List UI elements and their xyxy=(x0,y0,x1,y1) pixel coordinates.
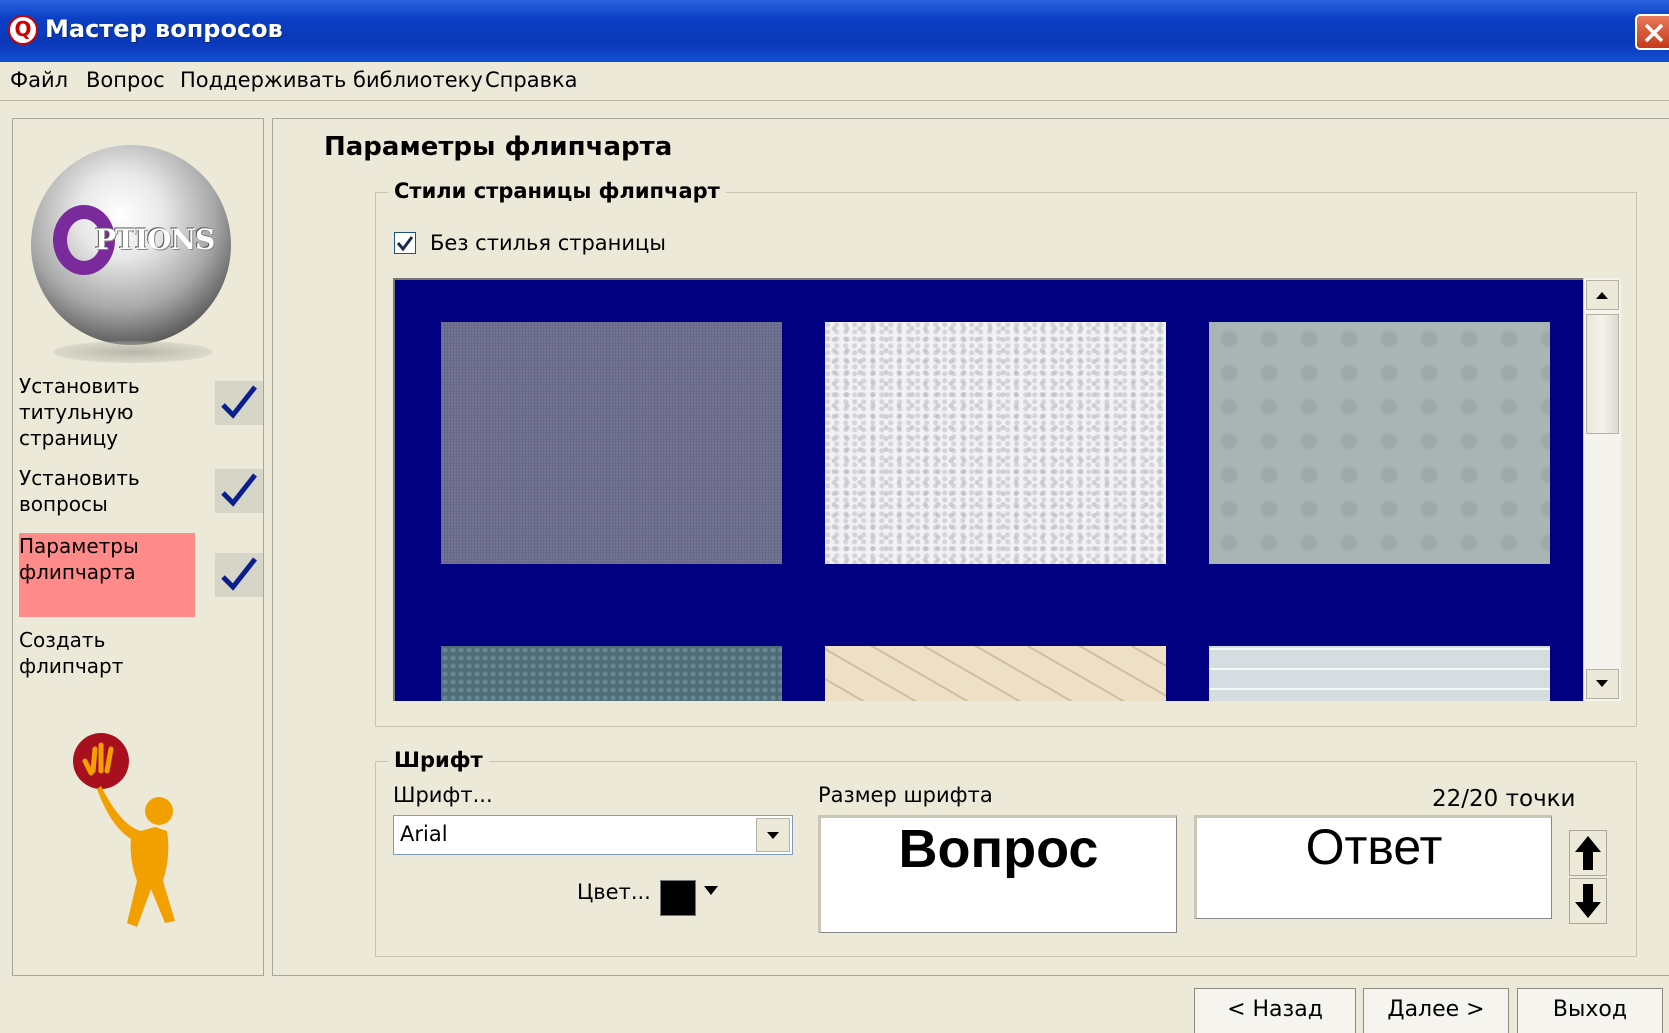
person-figure-icon xyxy=(73,733,175,927)
font-select-dropdown-button[interactable] xyxy=(756,818,790,852)
arrow-up-icon xyxy=(1575,836,1601,870)
menu-help[interactable]: Справка xyxy=(485,68,578,92)
teal-leather-texture[interactable] xyxy=(441,646,782,701)
no-style-label: Без стилья страницы xyxy=(430,231,666,255)
texture-gallery xyxy=(393,278,1583,701)
close-button[interactable] xyxy=(1635,14,1669,50)
options-logo: PTIONS xyxy=(31,145,231,345)
check-icon xyxy=(215,469,263,513)
logo-text: PTIONS xyxy=(95,223,215,256)
scroll-up-button[interactable] xyxy=(1586,280,1619,310)
question-preview[interactable]: Вопрос xyxy=(818,815,1177,933)
steps-panel: PTIONS Установить титульную страницу Уст… xyxy=(12,118,264,976)
page-styles-legend: Стили страницы флипчарт xyxy=(388,179,726,203)
light-brick-texture[interactable] xyxy=(1209,646,1550,701)
cream-marble-texture[interactable] xyxy=(825,646,1166,701)
chevron-down-icon xyxy=(767,832,779,839)
title-bar: Q Мастер вопросов xyxy=(0,0,1669,62)
step-title-page[interactable]: Установить титульную страницу xyxy=(19,373,195,451)
check-icon xyxy=(215,553,263,597)
menu-question[interactable]: Вопрос xyxy=(86,68,165,92)
font-size-label: Размер шрифта xyxy=(818,783,993,807)
next-button[interactable]: Далее > xyxy=(1363,988,1509,1033)
menu-bar: Файл Вопрос Поддерживать библиотеку Спра… xyxy=(0,62,1669,101)
scroll-down-button[interactable] xyxy=(1586,669,1619,699)
white-stucco-texture[interactable] xyxy=(825,322,1166,564)
font-select[interactable]: Arial xyxy=(393,815,793,855)
font-select-value: Arial xyxy=(400,822,448,846)
question-preview-text: Вопрос xyxy=(898,819,1099,879)
font-size-down-button[interactable] xyxy=(1569,878,1607,924)
step-create-flipchart[interactable]: Создать флипчарт xyxy=(19,627,195,679)
step-flipchart-params[interactable]: Параметры флипчарта xyxy=(19,533,195,617)
step-questions[interactable]: Установить вопросы xyxy=(19,465,195,517)
page-title: Параметры флипчарта xyxy=(324,132,673,162)
checkmark-icon xyxy=(396,236,414,252)
menu-file[interactable]: Файл xyxy=(10,68,68,92)
answer-preview[interactable]: Ответ xyxy=(1194,815,1552,919)
exit-button[interactable]: Выход xyxy=(1517,988,1663,1033)
arrow-down-icon xyxy=(1575,884,1601,918)
back-button[interactable]: < Назад xyxy=(1194,988,1356,1033)
font-size-up-button[interactable] xyxy=(1569,830,1607,876)
answer-preview-text: Ответ xyxy=(1305,819,1443,875)
window-title: Мастер вопросов xyxy=(45,15,283,43)
gray-felt-texture[interactable] xyxy=(1209,322,1550,564)
logo-shadow xyxy=(53,341,213,363)
color-label: Цвет... xyxy=(577,880,651,904)
close-icon xyxy=(1644,23,1664,43)
arrow-down-icon xyxy=(1596,680,1608,687)
arrow-up-icon xyxy=(1596,292,1608,299)
app-icon: Q xyxy=(8,15,38,45)
scroll-thumb[interactable] xyxy=(1586,314,1619,434)
font-label: Шрифт... xyxy=(393,783,493,807)
no-style-checkbox[interactable] xyxy=(394,232,416,254)
menu-library[interactable]: Поддерживать библиотеку xyxy=(180,68,483,92)
blue-linen-texture[interactable] xyxy=(441,322,782,564)
gallery-scrollbar[interactable] xyxy=(1583,278,1621,701)
font-size-value: 22/20 точки xyxy=(1432,786,1576,812)
color-swatch[interactable] xyxy=(660,880,696,916)
check-icon xyxy=(215,381,263,425)
color-dropdown-icon[interactable] xyxy=(702,884,720,898)
font-group-legend: Шрифт xyxy=(388,748,489,772)
